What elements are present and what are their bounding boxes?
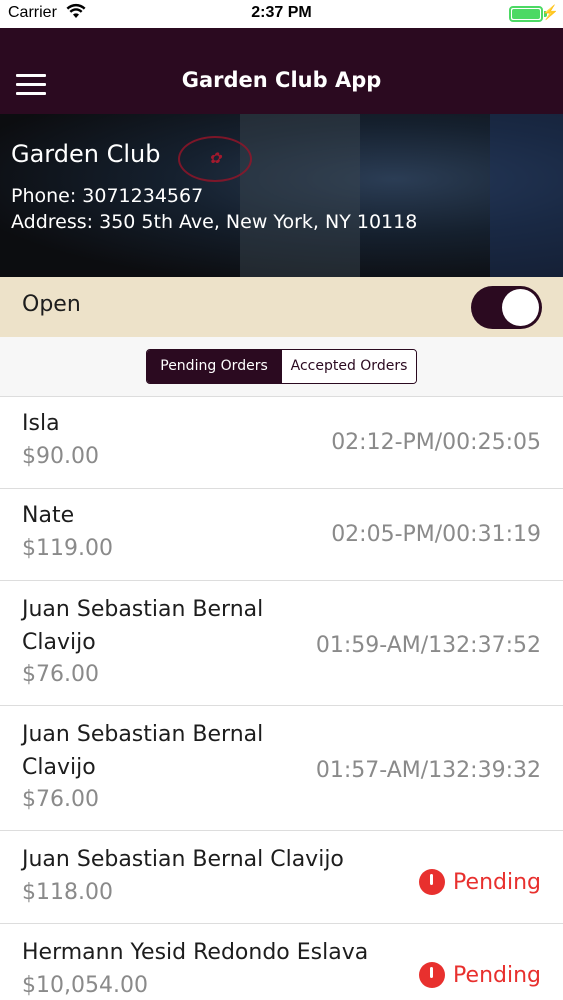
order-row[interactable]: Isla $90.00 02:12-PM/00:25:05 [0,397,563,489]
open-toggle-switch[interactable] [471,286,542,329]
status-time: 2:37 PM [251,4,312,21]
customer-name: Juan Sebastian Bernal Clavijo [22,847,344,872]
status-label: Pending [453,869,541,895]
order-amount: $10,054.00 [22,973,148,998]
order-time: 02:05-PM/00:31:19 [331,522,541,547]
battery-icon [509,6,543,22]
tab-pending-orders[interactable]: Pending Orders [147,350,281,383]
orders-list: Isla $90.00 02:12-PM/00:25:05 Nate $119.… [0,397,563,1000]
order-row[interactable]: Juan Sebastian Bernal Clavijo $76.00 01:… [0,706,563,831]
app-title: Garden Club App [181,68,382,92]
background-photo-detail [490,114,563,277]
customer-name: Isla [22,411,60,436]
order-status: Pending [419,962,541,988]
customer-name: Juan Sebastian Bernal Clavijo [22,597,264,655]
order-time: 02:12-PM/00:25:05 [331,430,541,455]
order-amount: $119.00 [22,536,113,561]
order-status: Pending [419,869,541,895]
restaurant-header: ✿ Garden Club Phone: 3071234567 Address:… [0,114,563,277]
status-bar: Carrier 2:37 PM ⚡ [0,0,563,28]
order-amount: $90.00 [22,444,99,469]
restaurant-phone: Phone: 3071234567 [11,185,204,207]
order-amount: $118.00 [22,880,113,905]
open-label: Open [22,292,81,317]
background-photo-detail [240,114,360,277]
pending-alert-icon [419,962,446,988]
order-row[interactable]: Hermann Yesid Redondo Eslava $10,054.00 … [0,924,563,1000]
pending-alert-icon [419,869,446,895]
order-time: 01:59-AM/132:37:52 [315,633,541,658]
restaurant-logo: ✿ [178,136,252,182]
order-row[interactable]: Juan Sebastian Bernal Clavijo $76.00 01:… [0,581,563,706]
order-amount: $76.00 [22,662,99,687]
toggle-knob [502,289,539,326]
customer-name: Hermann Yesid Redondo Eslava [22,940,369,965]
orders-segmented-control: Pending Orders Accepted Orders [146,349,417,384]
customer-name: Juan Sebastian Bernal Clavijo [22,722,264,780]
order-row[interactable]: Nate $119.00 02:05-PM/00:31:19 [0,489,563,581]
charging-bolt-icon: ⚡ [541,4,559,20]
customer-name: Nate [22,503,75,528]
restaurant-address: Address: 350 5th Ave, New York, NY 10118 [11,211,418,233]
order-row[interactable]: Juan Sebastian Bernal Clavijo $118.00 Pe… [0,831,563,924]
order-amount: $76.00 [22,787,99,812]
restaurant-name: Garden Club [11,140,161,168]
tab-accepted-orders[interactable]: Accepted Orders [281,350,416,383]
status-label: Pending [453,962,541,988]
order-time: 01:57-AM/132:39:32 [315,758,541,783]
